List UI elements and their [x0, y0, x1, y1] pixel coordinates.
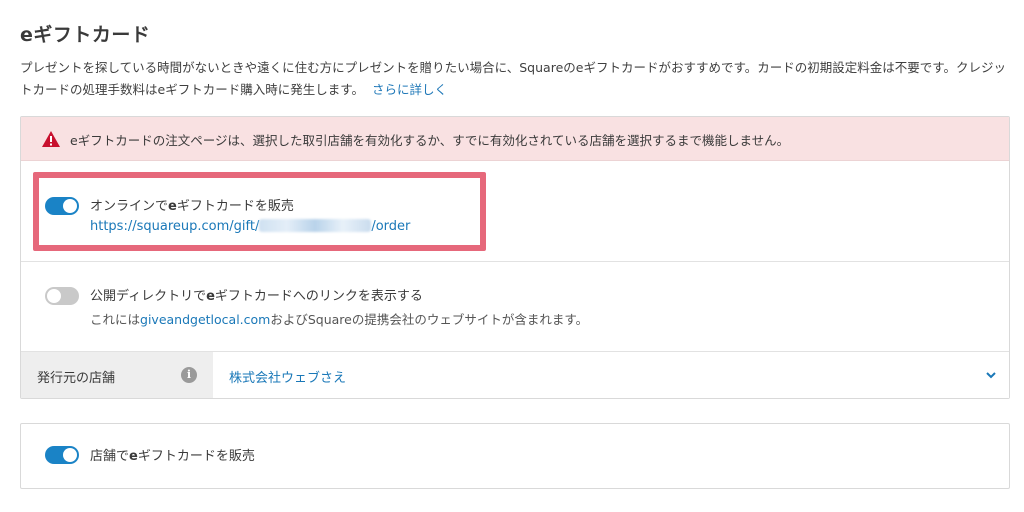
label-bold: e	[129, 449, 138, 464]
redacted-store-id	[259, 219, 372, 232]
label-part: ギフトカードを販売	[137, 449, 255, 464]
order-page-url[interactable]: https://squareup.com/gift/ /order	[90, 219, 410, 234]
label-part: オンラインで	[90, 199, 169, 214]
toggle-knob	[63, 199, 77, 213]
in-store-toggle[interactable]	[45, 446, 79, 464]
directory-label: 公開ディレクトリでeギフトカードへのリンクを表示する	[90, 285, 423, 304]
toggle-knob	[63, 448, 77, 462]
in-store-label: 店舗でeギフトカードを販売	[90, 445, 255, 464]
issuing-store-select[interactable]: 株式会社ウェブさえ	[213, 352, 1009, 398]
page-title: eギフトカード	[20, 20, 150, 47]
label-part: 公開ディレクトリで	[90, 289, 207, 304]
online-sales-row: オンラインでeギフトカードを販売 https://squareup.com/gi…	[21, 161, 1009, 262]
url-prefix: https://squareup.com/gift/	[90, 219, 260, 234]
sub-text: これには	[90, 312, 141, 327]
toggle-knob	[47, 289, 61, 303]
chevron-down-icon	[986, 372, 996, 379]
online-sales-label: オンラインでeギフトカードを販売	[90, 195, 294, 214]
in-store-card: 店舗でeギフトカードを販売	[20, 423, 1010, 489]
learn-more-link[interactable]: さらに詳しく	[372, 82, 447, 97]
warning-icon	[42, 131, 60, 147]
giveandgetlocal-link[interactable]: giveandgetlocal.com	[140, 312, 270, 327]
description: プレゼントを探している時間がないときや遠くに住む方にプレゼントを贈りたい場合に、…	[20, 57, 1010, 101]
title-prefix: e	[20, 24, 34, 46]
issuing-store-label-cell: 発行元の店舗 i	[21, 352, 213, 398]
online-settings-card: eギフトカードの注文ページは、選択した取引店舗を有効化するか、すでに有効化されて…	[20, 116, 1010, 399]
info-icon[interactable]: i	[181, 367, 197, 383]
label-part: ギフトカードへのリンクを表示する	[214, 289, 423, 304]
issuing-store-value: 株式会社ウェブさえ	[229, 371, 347, 386]
label-bold: e	[168, 199, 177, 214]
egift-settings-page: eギフトカード プレゼントを探している時間がないときや遠くに住む方にプレゼントを…	[0, 0, 1024, 512]
directory-toggle[interactable]	[45, 287, 79, 305]
directory-description: これにはgiveandgetlocal.comおよびSquareの提携会社のウェ…	[90, 309, 588, 328]
title-text: ギフトカード	[33, 24, 151, 46]
label-part: ギフトカードを販売	[176, 199, 294, 214]
alert-message: eギフトカードの注文ページは、選択した取引店舗を有効化するか、すでに有効化されて…	[70, 133, 790, 148]
issuing-store-label: 発行元の店舗	[37, 371, 116, 386]
url-suffix: /order	[371, 219, 411, 234]
label-bold: e	[206, 289, 215, 304]
description-text: プレゼントを探している時間がないときや遠くに住む方にプレゼントを贈りたい場合に、…	[20, 60, 1006, 97]
directory-row: 公開ディレクトリでeギフトカードへのリンクを表示する これにはgiveandge…	[21, 262, 1009, 352]
sub-text: およびSquareの提携会社のウェブサイトが含まれます。	[270, 312, 589, 327]
alert-banner: eギフトカードの注文ページは、選択した取引店舗を有効化するか、すでに有効化されて…	[21, 117, 1009, 161]
online-sales-toggle[interactable]	[45, 197, 79, 215]
label-part: 店舗で	[90, 449, 130, 464]
